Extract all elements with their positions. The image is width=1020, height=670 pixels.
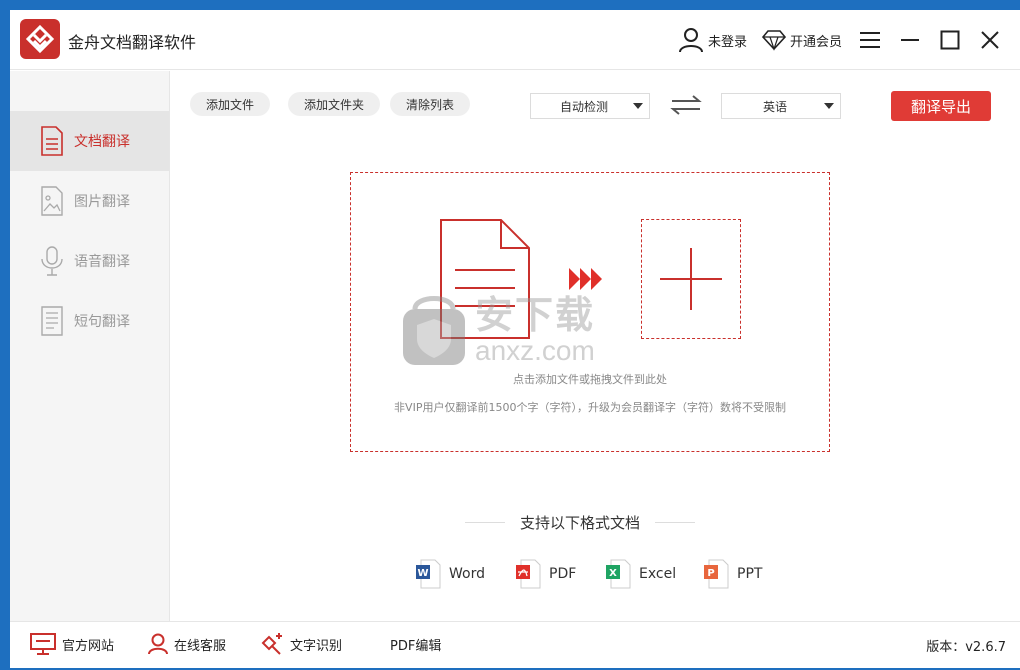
word-icon: W — [416, 559, 441, 589]
minimize-icon — [901, 39, 919, 41]
svg-text:W: W — [417, 568, 428, 579]
sidebar-item-label: 短句翻译 — [74, 314, 130, 330]
microphone-icon — [41, 246, 63, 276]
source-language-select[interactable]: 自动检测 — [530, 93, 650, 119]
online-support-label: 在线客服 — [174, 638, 227, 654]
add-file-button[interactable]: 添加文件 — [190, 92, 271, 116]
pdf-edit-link[interactable]: PDF编辑 — [390, 632, 441, 656]
sidebar-item-sentence-translation[interactable]: 短句翻译 — [10, 291, 169, 351]
shield-icon — [403, 296, 465, 365]
sidebar: 文档翻译 图片翻译 语音翻译 短句翻译 — [10, 71, 170, 621]
add-folder-button[interactable]: 添加文件夹 — [288, 92, 381, 116]
menu-icon — [860, 32, 880, 48]
ocr-icon — [261, 633, 282, 655]
format-pdf: PDF — [515, 559, 576, 589]
sidebar-item-label: 图片翻译 — [74, 194, 130, 210]
swap-icon — [670, 95, 702, 115]
format-label: Word — [449, 566, 485, 582]
image-icon — [41, 186, 63, 216]
plus-icon — [660, 248, 722, 310]
sidebar-item-document-translation[interactable]: 文档翻译 — [10, 111, 169, 171]
footer-bar: 官方网站 在线客服 文字识别 PDF编辑 版本：v2.6.7 — [10, 621, 1020, 668]
watermark: 安下载 anxz.com — [401, 293, 595, 367]
document-icon — [41, 126, 63, 156]
translate-export-button[interactable]: 翻译导出 — [891, 91, 991, 121]
sidebar-item-label: 文档翻译 — [74, 134, 130, 150]
format-excel: X Excel — [605, 559, 676, 589]
app-window: 金舟文档翻译软件 未登录 开通会员 文档翻译 图片翻译 语音翻译 短句翻译 添加… — [10, 10, 1020, 668]
online-support-link[interactable]: 在线客服 — [148, 632, 226, 656]
watermark-cn: 安下载 — [475, 295, 596, 337]
text-icon — [41, 306, 63, 336]
svg-text:X: X — [609, 568, 617, 579]
formats-heading: 支持以下格式文档 — [465, 512, 695, 533]
file-drop-zone[interactable]: 安下载 anxz.com 点击添加文件或拖拽文件到此处 非VIP用户仅翻译前15… — [350, 172, 830, 452]
user-icon — [679, 28, 703, 53]
svg-text:P: P — [707, 568, 714, 579]
format-ppt: P PPT — [703, 559, 762, 589]
swap-languages-button[interactable] — [670, 94, 702, 116]
sidebar-item-label: 语音翻译 — [74, 254, 130, 270]
app-title: 金舟文档翻译软件 — [68, 33, 197, 52]
vip-label: 开通会员 — [790, 34, 843, 50]
login-link[interactable]: 未登录 — [678, 20, 747, 60]
drop-hint: 点击添加文件或拖拽文件到此处 — [513, 373, 667, 386]
ocr-label: 文字识别 — [290, 638, 343, 654]
pdf-icon — [516, 559, 541, 589]
chevron-down-icon — [633, 103, 643, 109]
vip-limit-note: 非VIP用户仅翻译前1500个字（字符），升级为会员翻译字（字符）数将不受限制 — [394, 401, 786, 414]
format-word: W Word — [415, 559, 485, 589]
target-language-select[interactable]: 英语 — [721, 93, 841, 119]
app-logo — [20, 19, 60, 59]
sidebar-item-voice-translation[interactable]: 语音翻译 — [10, 231, 169, 291]
pdf-edit-label: PDF编辑 — [390, 638, 442, 654]
target-language-value: 英语 — [762, 99, 787, 114]
official-website-label: 官方网站 — [62, 638, 115, 654]
chevron-down-icon — [824, 103, 834, 109]
diamond-icon — [762, 30, 786, 51]
ocr-link[interactable]: 文字识别 — [260, 632, 342, 656]
format-label: PPT — [737, 566, 763, 582]
formats-title: 支持以下格式文档 — [519, 514, 640, 532]
watermark-en: anxz.com — [475, 335, 595, 366]
clear-list-button[interactable]: 清除列表 — [390, 92, 471, 116]
add-file-target[interactable] — [641, 219, 741, 339]
format-label: PDF — [549, 566, 577, 582]
menu-button[interactable] — [850, 20, 890, 60]
close-icon — [981, 31, 999, 49]
format-label: Excel — [639, 566, 677, 582]
source-language-value: 自动检测 — [559, 99, 608, 114]
title-bar: 金舟文档翻译软件 未登录 开通会员 — [10, 10, 1020, 70]
support-agent-icon — [148, 633, 168, 655]
login-label: 未登录 — [708, 34, 748, 50]
minimize-button[interactable] — [890, 20, 930, 60]
sidebar-item-image-translation[interactable]: 图片翻译 — [10, 171, 169, 231]
vip-link[interactable]: 开通会员 — [762, 20, 842, 60]
excel-icon: X — [606, 559, 631, 589]
maximize-button[interactable] — [930, 20, 970, 60]
ppt-icon: P — [704, 559, 729, 589]
forward-arrows-icon — [569, 266, 603, 296]
divider — [655, 522, 695, 523]
version-text: 版本：v2.6.7 — [926, 640, 1006, 655]
maximize-icon — [940, 30, 960, 50]
close-button[interactable] — [970, 20, 1010, 60]
divider — [465, 522, 505, 523]
monitor-icon — [30, 633, 56, 655]
official-website-link[interactable]: 官方网站 — [30, 632, 114, 656]
